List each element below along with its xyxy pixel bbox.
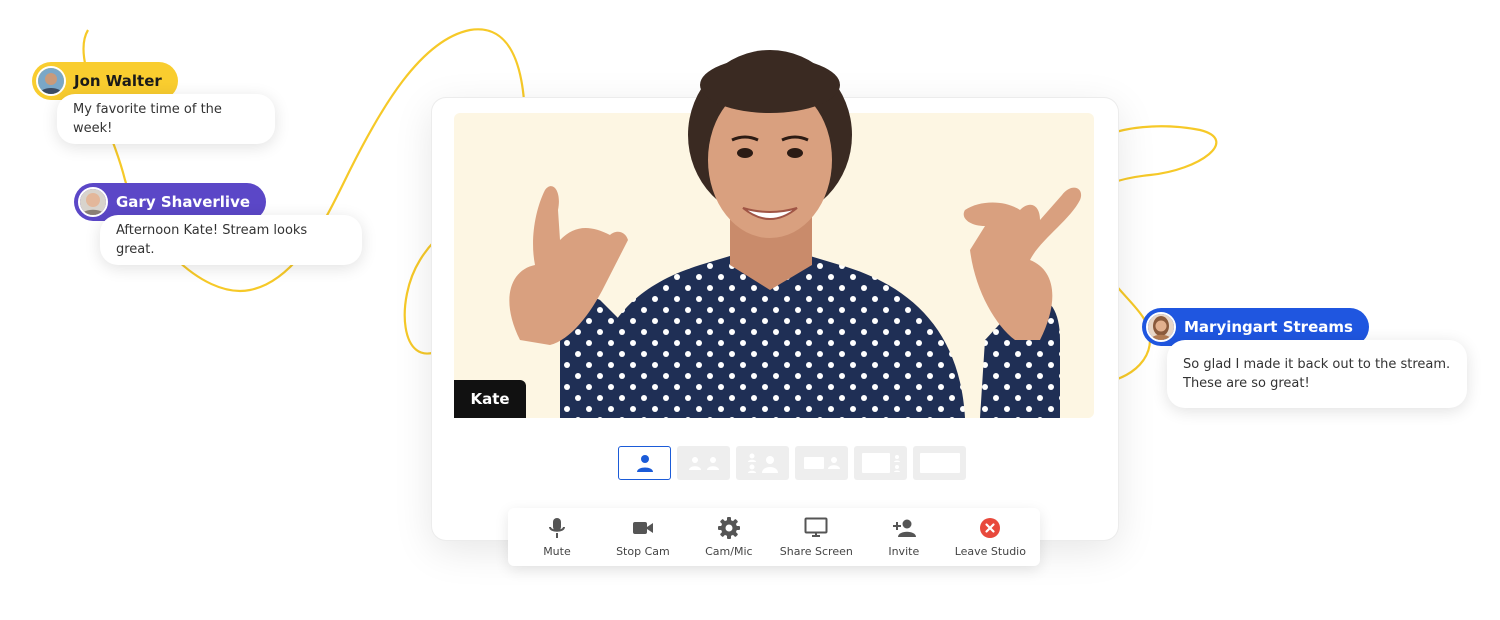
cam-mic-settings-button[interactable]: Cam/Mic	[694, 516, 764, 558]
chat-username: Jon Walter	[74, 72, 162, 90]
three-people-icon	[747, 453, 778, 473]
chat-username: Maryingart Streams	[1184, 318, 1353, 336]
video-stage	[454, 113, 1094, 418]
layout-screen-and-small-people-button[interactable]	[854, 446, 907, 480]
screen-and-person-icon	[803, 457, 840, 469]
share-screen-label: Share Screen	[779, 544, 853, 558]
gear-icon	[717, 516, 741, 539]
chat-message-bubble: So glad I made it back out to the stream…	[1167, 340, 1467, 408]
cam-mic-label: Cam/Mic	[705, 544, 753, 558]
chat-message-bubble: My favorite time of the week!	[57, 94, 275, 144]
microphone-icon	[545, 517, 569, 539]
single-person-icon	[636, 455, 653, 472]
mute-label: Mute	[543, 544, 571, 558]
camera-icon	[631, 517, 655, 539]
close-circle-icon	[978, 517, 1002, 539]
chat-message-text: Afternoon Kate! Stream looks great.	[116, 223, 308, 257]
chat-username: Gary Shaverlive	[116, 193, 251, 211]
invite-button[interactable]: Invite	[869, 517, 939, 558]
leave-studio-label: Leave Studio	[954, 544, 1026, 558]
studio-toolbar: Mute Stop Cam Cam/Mic Share Screen Invit…	[508, 508, 1040, 566]
stop-cam-button[interactable]: Stop Cam	[608, 517, 678, 558]
monitor-icon	[804, 517, 828, 539]
leave-studio-button[interactable]: Leave Studio	[955, 517, 1026, 558]
layout-full-screen-button[interactable]	[913, 446, 966, 480]
layout-three-people-button[interactable]	[736, 446, 789, 480]
avatar	[36, 66, 66, 96]
presenter-name-tag: Kate	[454, 380, 526, 418]
avatar	[1146, 312, 1176, 342]
full-screen-icon	[919, 453, 960, 473]
chat-message-bubble: Afternoon Kate! Stream looks great.	[100, 215, 362, 265]
layout-single-button[interactable]	[618, 446, 671, 480]
screen-and-small-people-icon	[861, 453, 900, 473]
stop-cam-label: Stop Cam	[616, 544, 670, 558]
hero-stage: Kate Mute Stop Cam Cam/Mic Share Screen …	[0, 0, 1500, 620]
layout-selector	[618, 446, 966, 480]
layout-screen-and-person-button[interactable]	[795, 446, 848, 480]
mute-button[interactable]: Mute	[522, 517, 592, 558]
invite-label: Invite	[888, 544, 920, 558]
add-person-icon	[892, 517, 916, 539]
avatar	[78, 187, 108, 217]
layout-two-people-button[interactable]	[677, 446, 730, 480]
two-people-icon	[688, 457, 719, 470]
share-screen-button[interactable]: Share Screen	[780, 517, 853, 558]
chat-message-text: So glad I made it back out to the stream…	[1183, 357, 1451, 391]
chat-message-text: My favorite time of the week!	[73, 102, 222, 136]
